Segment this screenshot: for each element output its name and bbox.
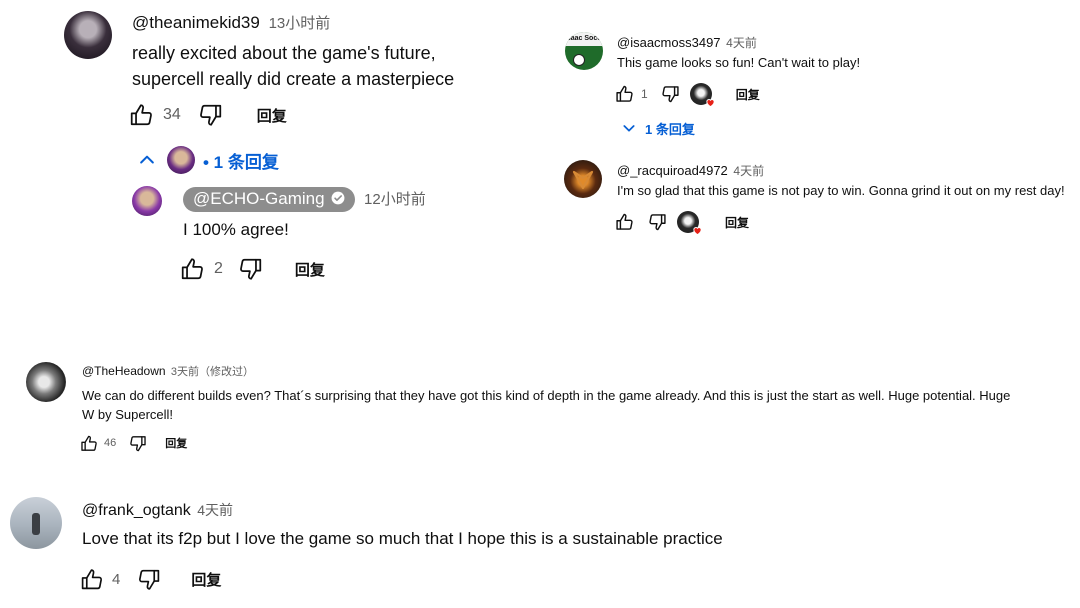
like-count: 1 [641,87,648,101]
thumbs-up-icon[interactable] [80,567,105,592]
thumbs-up-icon[interactable] [129,102,155,128]
comment-line: really excited about the game's future, [132,43,436,63]
reply-button[interactable]: 回复 [165,435,187,451]
reply-button[interactable]: 回复 [736,86,760,103]
timestamp[interactable]: 4天前 [726,36,757,50]
comment-header: @_racquiroad4972 4天前 [617,162,764,179]
reply-header: @ECHO-Gaming 12小时前 [183,187,426,212]
avatar-frank-ogtank[interactable] [10,497,62,549]
author-name[interactable]: @isaacmoss3497 [617,35,721,50]
thumbs-down-icon[interactable] [136,567,161,592]
like-count: 4 [112,570,121,588]
author-name[interactable]: @_racquiroad4972 [617,163,728,178]
thumbs-down-icon[interactable] [647,212,667,232]
comment-actions: 46 回复 [80,433,187,453]
comment-text: We can do different builds even? That´s … [82,386,1010,424]
reply-button[interactable]: 回复 [725,214,749,231]
thumbs-up-icon[interactable] [80,434,99,453]
like-count: 2 [214,260,223,277]
reply-avatar-preview [167,146,195,174]
thumbs-down-icon[interactable] [237,256,263,282]
avatar-racquiroad4972[interactable] [564,160,602,198]
comment-actions: 1 回复 [615,83,760,108]
reply-actions: 2 回复 [180,256,325,282]
thumbs-down-icon[interactable] [128,434,147,453]
thumbs-down-icon[interactable] [660,84,680,104]
author-name[interactable]: @TheHeadown [82,364,166,378]
creator-heart [677,211,702,236]
comment-line: We can do different builds even? That´s … [82,388,1011,403]
heart-icon [706,99,715,108]
comment-text: I'm so glad that this game is not pay to… [617,183,1065,198]
author-name[interactable]: @frank_ogtank [82,502,191,519]
comment-header: @isaacmoss3497 4天前 [617,34,757,51]
comment-actions: 34 回复 [129,102,287,128]
thumbs-up-icon[interactable] [615,84,635,104]
timestamp[interactable]: 13小时前 [269,15,331,32]
replies-toggle[interactable]: 1 条回复 [621,118,695,138]
comment-text: This game looks so fun! Can't wait to pl… [617,55,861,70]
replies-count-link[interactable]: 1 条回复 [645,119,695,138]
like-count: 34 [163,106,181,123]
replies-count-link[interactable]: • 1 条回复 [203,148,279,173]
avatar-echo-gaming[interactable] [132,186,162,216]
comment-actions: 4 回复 [80,566,221,592]
timestamp[interactable]: 12小时前 [364,191,426,208]
thumbs-up-icon[interactable] [180,256,206,282]
thumbs-up-icon[interactable] [615,212,635,232]
comment-text: Love that its f2p but I love the game so… [82,529,723,548]
comment-line: supercell really did create a masterpiec… [132,69,455,89]
heart-icon [693,227,702,236]
creator-heart [689,83,715,108]
comment-header: @TheHeadown 3天前（修改过） [82,363,254,379]
like-count: 46 [104,437,117,449]
reply-text: I 100% agree! [183,220,289,239]
thumbs-down-icon[interactable] [197,102,223,128]
avatar-theanimekid39[interactable] [64,11,112,59]
author-name[interactable]: @theanimekid39 [132,13,260,32]
reply-button[interactable]: 回复 [295,259,325,280]
timestamp[interactable]: 4天前 [733,164,764,178]
reply-button[interactable]: 回复 [191,569,221,590]
reply-button[interactable]: 回复 [257,105,287,126]
comment-header: @frank_ogtank 4天前 [82,500,233,520]
author-name: @ECHO-Gaming [193,189,325,208]
verified-check-icon [331,191,345,205]
avatar-label: saac Socc [565,32,603,46]
comment-header: @theanimekid39 13小时前 [132,12,330,33]
avatar-theheadown[interactable] [26,362,66,402]
timestamp[interactable]: 3天前（修改过） [171,366,254,378]
chevron-down-icon[interactable] [621,120,637,136]
comment-line: W by Supercell! [82,407,174,422]
replies-toggle[interactable]: • 1 条回复 [137,146,279,174]
author-badge[interactable]: @ECHO-Gaming [183,187,356,212]
avatar-isaacmoss3497[interactable]: saac Socc [565,32,603,70]
chevron-up-icon[interactable] [137,150,157,170]
comment-actions: 回复 [615,211,749,236]
comment-text: really excited about the game's future, … [132,40,454,92]
timestamp[interactable]: 4天前 [197,502,233,518]
